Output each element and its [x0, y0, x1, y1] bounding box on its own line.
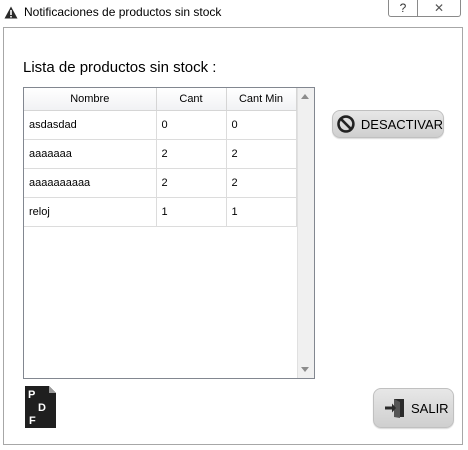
desactivar-label: DESACTIVAR [360, 116, 443, 132]
products-grid: Nombre Cant Cant Min asdasdad 0 0 aaaaaa… [24, 88, 297, 227]
products-table[interactable]: Nombre Cant Cant Min asdasdad 0 0 aaaaaa… [23, 87, 315, 379]
cell-cant: 0 [156, 110, 227, 140]
window-title: Notificaciones de productos sin stock [24, 5, 222, 19]
pdf-letter-p: P [28, 389, 35, 401]
cell-nombre: aaaaaaaaaa [24, 168, 157, 198]
salir-button[interactable]: SALIR [373, 388, 454, 428]
salir-label: SALIR [411, 400, 449, 416]
desactivar-button[interactable]: DESACTIVAR [332, 110, 444, 138]
table-row[interactable]: asdasdad 0 0 [24, 110, 297, 140]
table-row[interactable]: reloj 1 1 [24, 197, 297, 227]
cell-cant-min: 2 [226, 168, 297, 198]
pdf-export-icon[interactable]: P D F [25, 386, 56, 428]
list-title: Lista de productos sin stock : [23, 59, 217, 76]
scroll-down-arrow-icon[interactable] [301, 367, 309, 372]
scroll-up-arrow-icon[interactable] [301, 94, 309, 99]
help-button[interactable]: ? [388, 0, 418, 17]
table-header-row: Nombre Cant Cant Min [24, 88, 297, 111]
title-bar: Notificaciones de productos sin stock ? … [0, 0, 468, 24]
column-header-cant[interactable]: Cant [156, 88, 227, 111]
cell-cant: 2 [156, 139, 227, 169]
pdf-letter-d: D [38, 402, 46, 414]
cell-nombre: aaaaaaa [24, 139, 157, 169]
column-header-cant-min[interactable]: Cant Min [226, 88, 297, 111]
pdf-letter-f: F [29, 415, 36, 427]
warning-icon [4, 6, 18, 19]
table-row[interactable]: aaaaaaaaaa 2 2 [24, 168, 297, 198]
close-icon: ✕ [433, 1, 445, 15]
cell-nombre: asdasdad [24, 110, 157, 140]
cell-cant-min: 1 [226, 197, 297, 227]
cell-cant: 2 [156, 168, 227, 198]
cell-cant-min: 0 [226, 110, 297, 140]
column-header-nombre[interactable]: Nombre [24, 88, 157, 111]
cell-cant-min: 2 [226, 139, 297, 169]
cell-nombre: reloj [24, 197, 157, 227]
cell-cant: 1 [156, 197, 227, 227]
table-row[interactable]: aaaaaaa 2 2 [24, 139, 297, 169]
exit-door-icon [385, 399, 404, 418]
prohibited-icon [337, 115, 355, 133]
close-button[interactable]: ✕ [417, 0, 461, 17]
help-icon: ? [399, 1, 407, 15]
vertical-scrollbar[interactable] [297, 88, 314, 378]
